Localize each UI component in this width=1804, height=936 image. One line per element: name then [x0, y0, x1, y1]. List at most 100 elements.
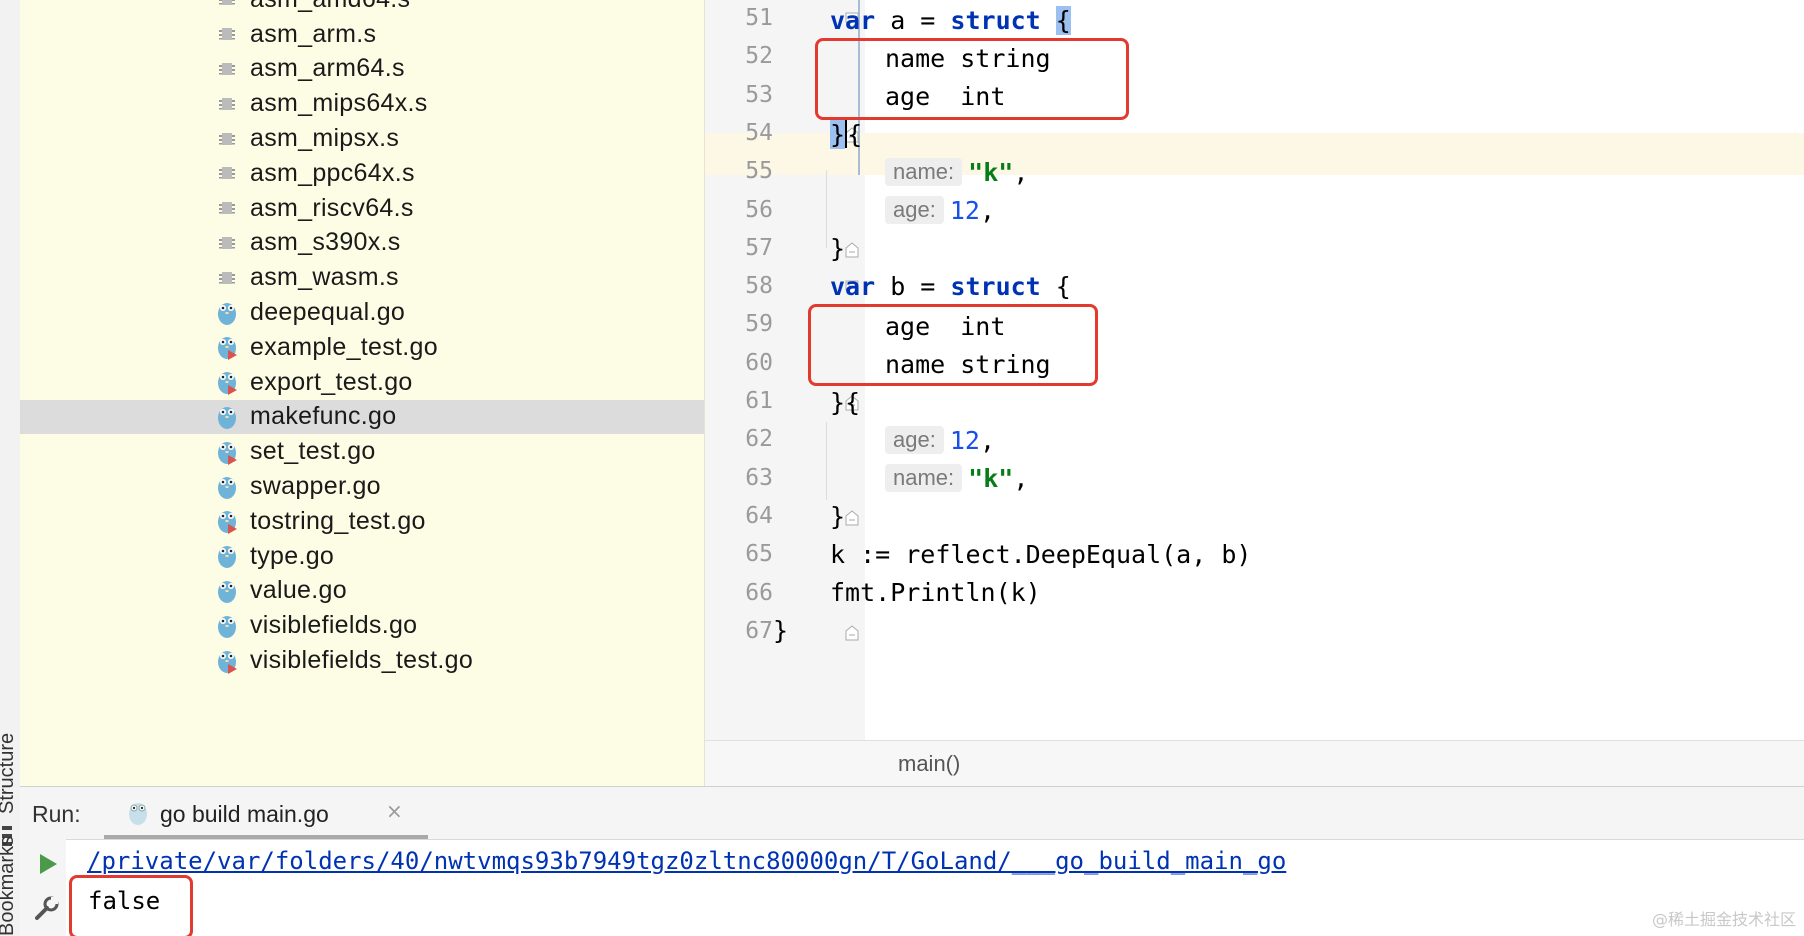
go-file-icon — [216, 578, 238, 604]
project-tree-panel: asm_amd64.s asm_arm.s asm_arm64.s asm_mips6… — [20, 0, 705, 786]
highlight-box-output — [69, 875, 193, 936]
asm-file-icon — [216, 0, 238, 12]
number-literal: 12 — [949, 425, 980, 455]
tree-item-label: asm_s390x.s — [250, 228, 401, 257]
structure-tool-tab[interactable]: Structure — [0, 733, 19, 814]
ide-window: Structure Bookmarks asm_amd64.s asm_arm.s… — [0, 0, 1804, 936]
keyword-var: var — [830, 271, 876, 301]
code-text: , — [979, 195, 995, 225]
code-line-61: }{ — [830, 382, 860, 422]
wrench-icon[interactable] — [34, 895, 60, 925]
tree-item[interactable]: asm_arm64.s — [20, 52, 704, 87]
close-icon[interactable]: × — [386, 799, 403, 823]
tree-item[interactable]: visiblefields_test.go — [20, 643, 704, 678]
tree-item[interactable]: asm_wasm.s — [20, 260, 704, 295]
tree-item[interactable]: swapper.go — [20, 469, 704, 504]
tree-item-label: asm_mipsx.s — [250, 124, 400, 153]
tree-item-label: asm_wasm.s — [250, 263, 399, 292]
go-test-file-icon — [216, 648, 238, 674]
tree-item-label: asm_riscv64.s — [250, 193, 414, 222]
keyword-struct: struct — [950, 271, 1041, 301]
tree-item[interactable]: asm_s390x.s — [20, 226, 704, 261]
asm-file-icon — [216, 265, 238, 291]
breadcrumb-function[interactable]: main() — [898, 751, 960, 777]
line-number: 63 — [745, 464, 773, 491]
line-number: 64 — [745, 502, 773, 529]
code-line-56: age: 12, — [885, 190, 995, 230]
highlight-box-struct-a-fields — [815, 38, 1129, 120]
code-line-66: fmt.Println(k) — [830, 572, 1041, 612]
parameter-hint: name: — [885, 464, 963, 492]
line-number: 65 — [745, 541, 773, 568]
rerun-play-icon[interactable] — [38, 853, 58, 879]
string-literal: "k" — [968, 157, 1014, 187]
tree-item-label: makefunc.go — [250, 402, 397, 431]
tree-item-label: asm_amd64.s — [250, 0, 410, 14]
line-number: 56 — [745, 196, 773, 223]
go-file-icon — [216, 300, 238, 326]
parameter-hint: age: — [885, 426, 944, 454]
line-number: 58 — [745, 273, 773, 300]
line-number: 52 — [745, 43, 773, 70]
tree-item[interactable]: tostring_test.go — [20, 504, 704, 539]
tree-item-label: tostring_test.go — [250, 506, 426, 535]
tree-item[interactable]: set_test.go — [20, 434, 704, 469]
fold-marker-icon[interactable] — [845, 510, 859, 526]
tree-item[interactable]: asm_arm.s — [20, 17, 704, 52]
parameter-hint: name: — [885, 158, 963, 186]
code-line-54: }{ — [830, 114, 862, 154]
go-test-file-icon — [216, 439, 238, 465]
matched-brace: { — [1055, 5, 1071, 35]
run-config-tab[interactable]: go build main.go × — [104, 787, 428, 839]
code-line-64: } — [830, 496, 845, 536]
indent-guide — [826, 170, 827, 248]
run-output-path-link[interactable]: /private/var/folders/40/nwtvmqs93b7949tg… — [87, 847, 1286, 875]
code-line-51: var a = struct { — [830, 0, 1071, 40]
asm-file-icon — [216, 56, 238, 82]
tree-item-label: export_test.go — [250, 367, 413, 396]
gopher-icon — [126, 798, 150, 830]
matched-brace: } — [830, 119, 846, 149]
line-number: 60 — [745, 349, 773, 376]
line-number: 61 — [745, 388, 773, 414]
go-file-icon — [216, 474, 238, 500]
tree-item[interactable]: visiblefields.go — [20, 608, 704, 643]
tree-item[interactable]: asm_mipsx.s — [20, 121, 704, 156]
code-text: k := reflect.DeepEqual(a, b) — [830, 539, 1252, 569]
tree-item[interactable]: export_test.go — [20, 365, 704, 400]
tree-item[interactable]: asm_mips64x.s — [20, 86, 704, 121]
tree-item[interactable]: deepequal.go — [20, 295, 704, 330]
keyword-var: var — [830, 5, 876, 35]
tree-item[interactable]: asm_amd64.s — [20, 0, 704, 17]
go-test-file-icon — [216, 508, 238, 535]
tree-item-label: visiblefields.go — [250, 611, 418, 640]
code-line-67: } — [773, 610, 788, 650]
fold-marker-icon[interactable] — [845, 242, 859, 258]
code-text: , — [1013, 157, 1029, 187]
highlight-box-struct-b-fields — [808, 304, 1098, 386]
line-number: 59 — [745, 311, 773, 338]
bookmarks-tool-tab[interactable]: Bookmarks — [0, 836, 19, 936]
code-editor[interactable]: 51 52 53 54 55 56 57 58 59 60 61 62 63 64 65 66 67 var a… — [705, 0, 1804, 740]
number-literal: 12 — [949, 195, 980, 225]
fold-marker-icon[interactable] — [845, 625, 859, 641]
tree-item[interactable]: value.go — [20, 574, 704, 609]
tree-item[interactable]: example_test.go — [20, 330, 704, 365]
tree-item[interactable]: type.go — [20, 539, 704, 574]
code-text: { — [847, 119, 863, 149]
tree-item[interactable]: makefunc.go — [20, 399, 704, 435]
code-line-62: age: 12, — [885, 420, 995, 460]
go-file-icon — [216, 543, 238, 569]
tree-item[interactable]: asm_riscv64.s — [20, 191, 704, 226]
code-text: b = — [875, 271, 951, 301]
tree-item-label: example_test.go — [250, 332, 438, 361]
tree-item-label: asm_ppc64x.s — [250, 158, 415, 187]
line-number: 57 — [745, 234, 773, 261]
code-line-57: } — [830, 228, 845, 268]
tree-item[interactable]: asm_ppc64x.s — [20, 156, 704, 191]
line-number: 54 — [745, 119, 773, 146]
code-text: fmt.Println(k) — [830, 577, 1041, 607]
code-text: } — [830, 233, 846, 263]
tree-item-label: set_test.go — [250, 437, 376, 466]
tree-item-label: deepequal.go — [250, 298, 406, 327]
